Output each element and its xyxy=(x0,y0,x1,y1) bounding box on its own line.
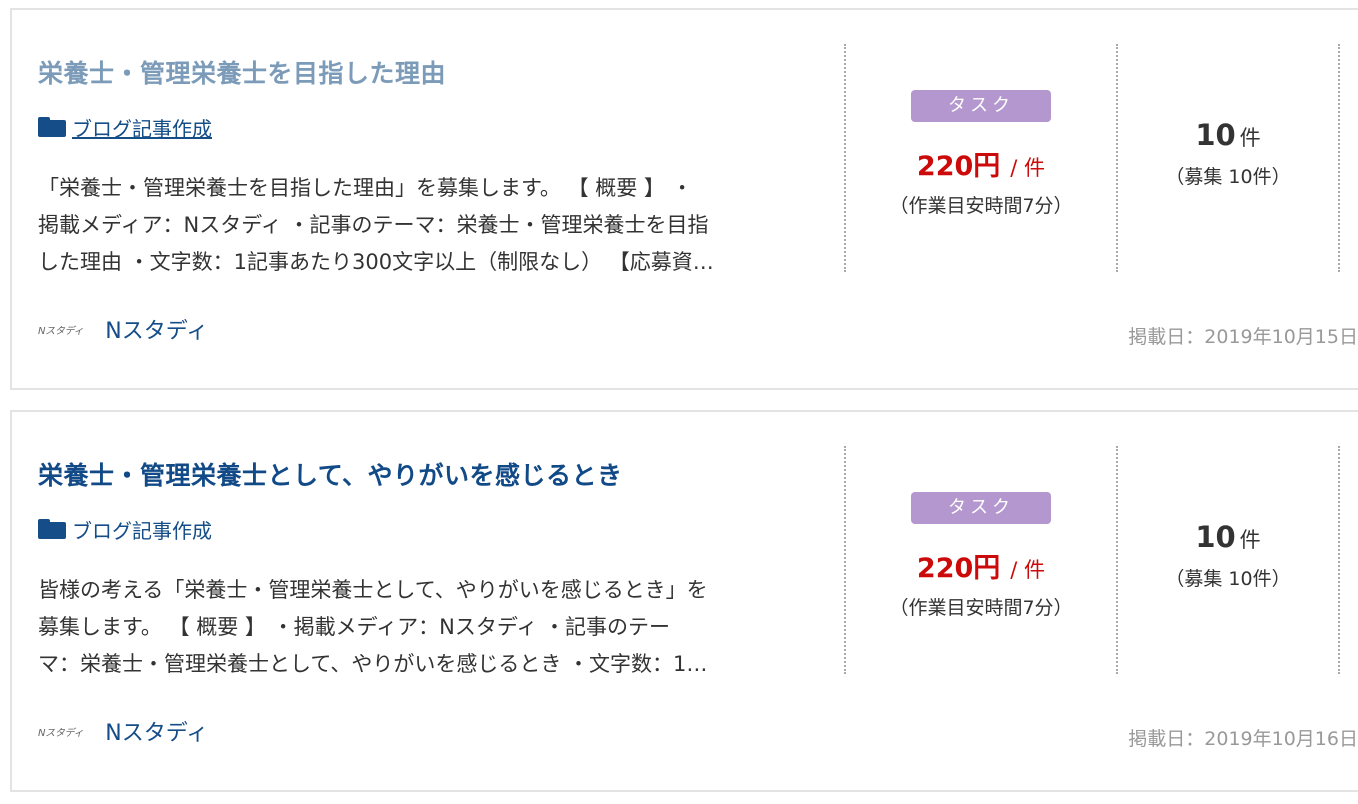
job-title-link[interactable]: 栄養士・管理栄養士として、やりがいを感じるとき xyxy=(38,456,623,492)
job-description: 「栄養士・管理栄養士を目指した理由」を募集します。 【 概要 】 ・ 掲載メディ… xyxy=(38,170,816,281)
task-badge: タスク xyxy=(911,90,1051,122)
folder-icon xyxy=(38,117,66,137)
description-line: 掲載メディア：Nスタディ ・記事のテーマ：栄養士・管理栄養士を目指 xyxy=(38,213,709,237)
description-line: マ：栄養士・管理栄養士として、やりがいを感じるとき ・文字数：1… xyxy=(38,652,708,676)
price-value: 220円 xyxy=(916,151,1001,182)
work-estimate: （作業目安時間7分） xyxy=(889,195,1073,217)
client: Nスタディ Nスタディ xyxy=(38,715,208,747)
client-name-link[interactable]: Nスタディ xyxy=(105,313,208,345)
price-value: 220円 xyxy=(916,553,1001,584)
description-line: 募集します。 【 概要 】 ・掲載メディア：Nスタディ ・記事のテー xyxy=(38,615,671,639)
count-value: 10 xyxy=(1195,520,1236,554)
count-unit: 件 xyxy=(1239,126,1261,150)
description-line: 皆様の考える「栄養士・管理栄養士として、やりがいを感じるとき」を xyxy=(38,578,708,602)
client-logo: Nスタディ xyxy=(38,325,84,337)
price: 220円 / 件 xyxy=(846,144,1116,183)
price-column: タスク 220円 / 件 （作業目安時間7分） xyxy=(846,492,1116,620)
count-value: 10 xyxy=(1195,118,1236,152)
category-link[interactable]: ブログ記事作成 xyxy=(72,515,212,544)
category: ブログ記事作成 xyxy=(38,113,212,142)
client-name-link[interactable]: Nスタディ xyxy=(105,715,208,747)
count-column: 10 件 （募集 10件） xyxy=(1118,520,1338,591)
job-card: 栄養士・管理栄養士として、やりがいを感じるとき ブログ記事作成 皆様の考える「栄… xyxy=(10,410,1358,792)
price-unit: / 件 xyxy=(1010,156,1046,180)
folder-icon xyxy=(38,519,66,539)
posted-date: 掲載日：2019年10月16日 xyxy=(1128,728,1358,750)
job-title-link[interactable]: 栄養士・管理栄養士を目指した理由 xyxy=(38,54,446,90)
client: Nスタディ Nスタディ xyxy=(38,313,208,345)
work-estimate: （作業目安時間7分） xyxy=(889,597,1073,619)
task-badge: タスク xyxy=(911,492,1051,524)
job-card: 栄養士・管理栄養士を目指した理由 ブログ記事作成 「栄養士・管理栄養士を目指した… xyxy=(10,8,1358,390)
count-column: 10 件 （募集 10件） xyxy=(1118,118,1338,189)
description-line: 「栄養士・管理栄養士を目指した理由」を募集します。 【 概要 】 ・ xyxy=(38,176,693,200)
job-description: 皆様の考える「栄養士・管理栄養士として、やりがいを感じるとき」を 募集します。 … xyxy=(38,572,816,683)
divider xyxy=(1338,446,1340,674)
price-column: タスク 220円 / 件 （作業目安時間7分） xyxy=(846,90,1116,218)
recruit-count: （募集 10件） xyxy=(1165,568,1291,590)
recruit-count: （募集 10件） xyxy=(1165,166,1291,188)
client-logo: Nスタディ xyxy=(38,727,84,739)
count-unit: 件 xyxy=(1239,528,1261,552)
category-link[interactable]: ブログ記事作成 xyxy=(72,113,212,142)
category: ブログ記事作成 xyxy=(38,515,212,544)
description-line: した理由 ・文字数：1記事あたり300文字以上（制限なし） 【応募資… xyxy=(38,250,714,274)
price-unit: / 件 xyxy=(1010,558,1046,582)
price: 220円 / 件 xyxy=(846,546,1116,585)
divider xyxy=(1338,44,1340,272)
posted-date: 掲載日：2019年10月15日 xyxy=(1128,326,1358,348)
